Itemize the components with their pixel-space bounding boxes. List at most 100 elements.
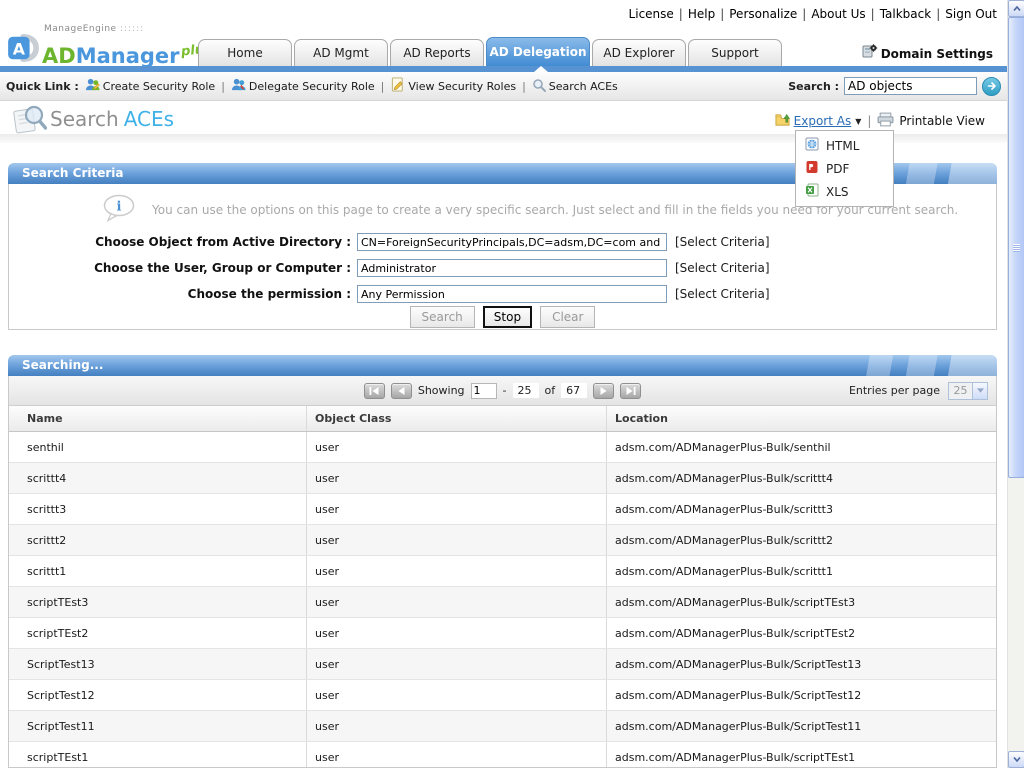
table-row: scrittt2 user adsm.com/ADManagerPlus-Bul… — [9, 525, 996, 556]
cell-location: adsm.com/ADManagerPlus-Bulk/scrittt4 — [606, 463, 996, 493]
entries-per-page-label: Entries per page — [849, 384, 940, 397]
page-size-select[interactable]: 25 — [948, 382, 988, 400]
table-row: scrittt1 user adsm.com/ADManagerPlus-Bul… — [9, 556, 996, 587]
view-security-roles-link[interactable]: View Security Roles — [390, 77, 516, 95]
cell-name: scriptTEst1 — [9, 751, 306, 764]
export-as-button[interactable]: Export As ▼ — [775, 112, 862, 130]
cell-location: adsm.com/ADManagerPlus-Bulk/scrittt2 — [606, 525, 996, 555]
scrollbar-thumb[interactable] — [1008, 17, 1024, 478]
of-label: of — [545, 384, 556, 397]
last-page-button[interactable] — [620, 383, 641, 399]
personalize-link[interactable]: Personalize — [729, 7, 797, 21]
previous-page-button[interactable] — [391, 383, 412, 399]
delegate-security-role-link[interactable]: Delegate Security Role — [231, 77, 375, 95]
stop-button[interactable]: Stop — [483, 306, 532, 328]
cell-name: scrittt2 — [9, 534, 306, 547]
create-security-role-link[interactable]: Create Security Role — [85, 77, 215, 95]
scroll-up-button[interactable] — [1008, 0, 1024, 17]
printable-view-button[interactable]: Printable View — [877, 112, 985, 130]
page-start-input[interactable] — [471, 383, 497, 399]
user-select-criteria-link[interactable]: [Select Criteria] — [675, 261, 770, 275]
scroll-down-button[interactable] — [1008, 751, 1024, 768]
sign-out-link[interactable]: Sign Out — [945, 7, 997, 21]
topbar-separator: | — [679, 7, 683, 21]
tab-ad-delegation[interactable]: AD Delegation — [486, 37, 590, 66]
tab-ad-explorer[interactable]: AD Explorer — [592, 39, 686, 66]
permission-select-criteria-link[interactable]: [Select Criteria] — [675, 287, 770, 301]
export-xls-item[interactable]: XLS — [796, 180, 893, 203]
brand-tagline: ManageEngine — [44, 24, 117, 34]
table-row: senthil user adsm.com/ADManagerPlus-Bulk… — [9, 432, 996, 463]
first-page-button[interactable] — [364, 383, 385, 399]
object-select-criteria-link[interactable]: [Select Criteria] — [675, 235, 770, 249]
object-field-input[interactable] — [357, 233, 667, 251]
export-pdf-label: PDF — [826, 162, 849, 176]
quickbar-separator: | — [221, 80, 225, 93]
tab-ad-reports[interactable]: AD Reports — [390, 39, 484, 66]
search-criteria-title: Search Criteria — [22, 166, 123, 180]
clear-button[interactable]: Clear — [540, 306, 595, 328]
search-aces-label: Search ACEs — [549, 80, 618, 93]
brand-manager: Manager — [76, 46, 180, 66]
excel-file-icon — [805, 183, 819, 200]
column-header-location[interactable]: Location — [606, 406, 996, 431]
about-us-link[interactable]: About Us — [811, 7, 865, 21]
cell-location: adsm.com/ADManagerPlus-Bulk/scriptTEst3 — [606, 587, 996, 617]
license-link[interactable]: License — [629, 7, 674, 21]
user-field-input[interactable] — [357, 259, 667, 277]
cell-name: scrittt1 — [9, 565, 306, 578]
brand-row: ManageEngine :::::: A ADManagerplus Home… — [0, 26, 1007, 66]
table-row: scrittt4 user adsm.com/ADManagerPlus-Bul… — [9, 463, 996, 494]
tab-home[interactable]: Home — [198, 39, 292, 66]
permission-field-label: Choose the permission : — [9, 287, 357, 301]
search-aces-link[interactable]: Search ACEs — [532, 78, 618, 95]
table-header-row: Name Object Class Location — [9, 406, 996, 432]
header-stripes — [767, 355, 997, 376]
permission-field-input[interactable] — [357, 285, 667, 303]
column-header-object-class[interactable]: Object Class — [306, 406, 606, 431]
printable-view-label: Printable View — [899, 114, 985, 128]
users-pencil-icon — [85, 77, 100, 95]
help-link[interactable]: Help — [688, 7, 715, 21]
vertical-scrollbar — [1007, 0, 1024, 768]
field-row-object: Choose Object from Active Directory : [S… — [9, 232, 996, 252]
search-go-button[interactable] — [982, 77, 1001, 96]
delegate-security-role-label: Delegate Security Role — [249, 80, 375, 93]
results-body: Showing - 25 of 67 Entries per page — [8, 376, 997, 768]
brand-ad: AD — [42, 46, 76, 66]
search-button[interactable]: Search — [410, 306, 475, 328]
topbar-separator: | — [802, 7, 806, 21]
search-label: Search : — [788, 80, 839, 93]
select-arrow-icon — [972, 383, 987, 399]
admanager-logo: ManageEngine :::::: A ADManagerplus — [8, 24, 198, 66]
cell-object-class: user — [306, 711, 606, 741]
export-html-item[interactable]: HTML — [796, 134, 893, 157]
talkback-link[interactable]: Talkback — [880, 7, 932, 21]
next-page-button[interactable] — [593, 383, 614, 399]
page-size-value: 25 — [949, 384, 972, 397]
total-count-value: 67 — [561, 383, 587, 398]
column-header-name[interactable]: Name — [9, 406, 306, 431]
criteria-buttons: Search Stop Clear — [9, 306, 996, 328]
table-row: scrittt3 user adsm.com/ADManagerPlus-Bul… — [9, 494, 996, 525]
create-security-role-label: Create Security Role — [103, 80, 215, 93]
object-field-label: Choose Object from Active Directory : — [9, 235, 357, 249]
tab-support[interactable]: Support — [688, 39, 782, 66]
globe-page-icon — [805, 137, 819, 154]
domain-settings-button[interactable]: Domain Settings — [861, 44, 993, 63]
export-as-label: Export As — [794, 114, 852, 128]
pagination-bar: Showing - 25 of 67 Entries per page — [9, 376, 996, 406]
export-pdf-item[interactable]: PDF — [796, 157, 893, 180]
global-search: Search : — [788, 77, 1001, 96]
quick-link-bar: Quick Link : Create Security Role | Dele… — [0, 72, 1007, 101]
users-delegate-icon — [231, 77, 246, 95]
cell-name: ScriptTest12 — [9, 689, 306, 702]
global-search-input[interactable] — [844, 77, 977, 95]
field-row-user: Choose the User, Group or Computer : [Se… — [9, 258, 996, 278]
printer-icon — [877, 112, 894, 130]
results-header: Searching... — [8, 355, 997, 376]
admanager-window: License|Help|Personalize|About Us|Talkba… — [0, 0, 1024, 768]
computer-gear-icon — [861, 44, 878, 63]
quick-link-label: Quick Link : — [6, 80, 79, 93]
tab-ad-mgmt[interactable]: AD Mgmt — [294, 39, 388, 66]
